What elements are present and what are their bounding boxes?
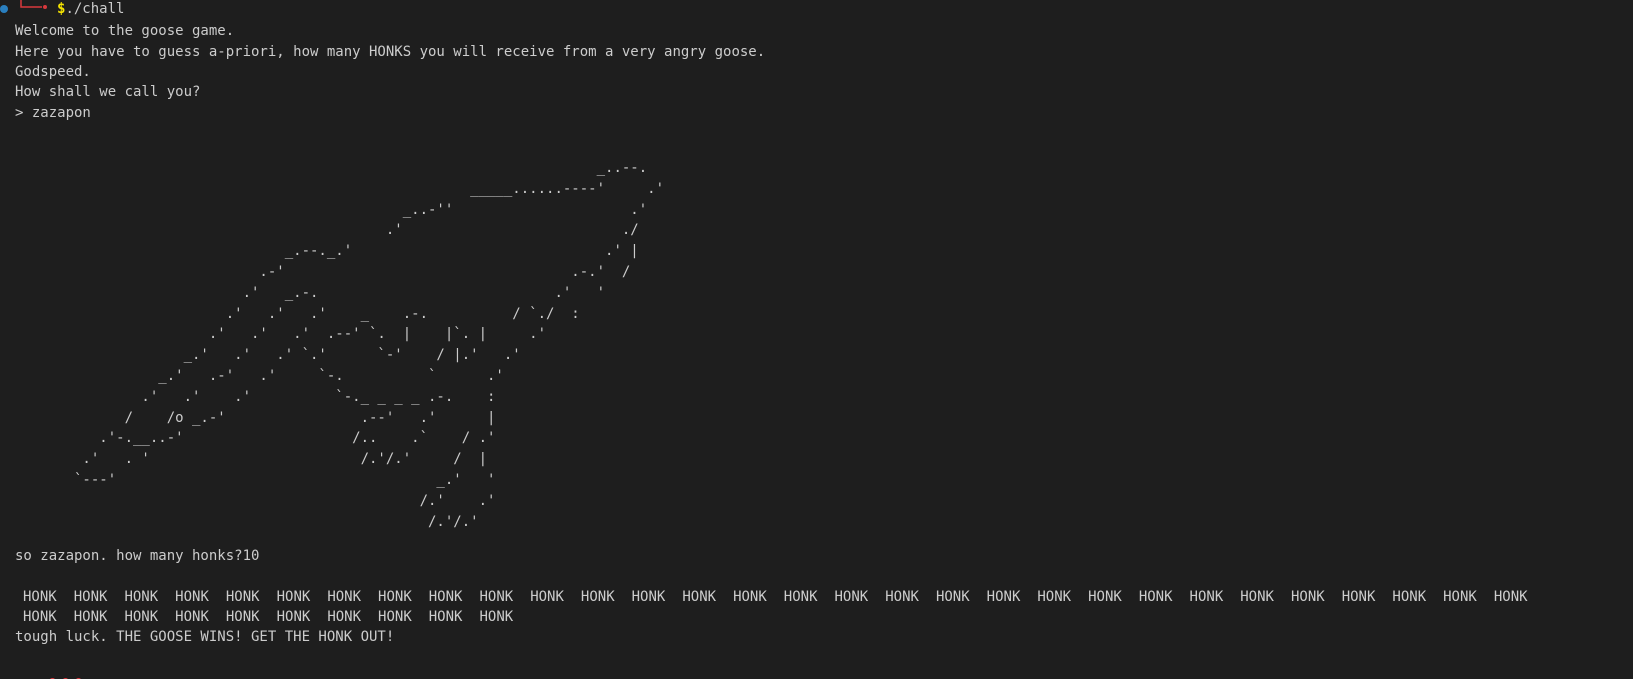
result-line: tough luck. THE GOOSE WINS! GET THE HONK…	[15, 629, 395, 645]
honk-word: HONK	[1088, 589, 1122, 605]
honk-word: HONK	[225, 589, 260, 605]
honk-word: HONK	[428, 609, 463, 625]
honk-word: HONK	[276, 609, 311, 625]
honk-word: HONK	[1392, 589, 1427, 605]
status-dot-icon	[0, 5, 8, 13]
honk-word: HONK	[175, 609, 209, 625]
honk-word: HONK	[885, 589, 919, 605]
ascii-goose-art: _..--. _____......----' .' _..-'' .' .' …	[74, 160, 665, 530]
honk-word: HONK	[276, 589, 311, 605]
honk-word: HONK	[834, 589, 869, 605]
command-text: ./chall	[65, 1, 125, 17]
honk-word: HONK	[225, 609, 260, 625]
honk-word: HONK	[479, 609, 514, 625]
honk-word: HONK	[175, 589, 209, 605]
honk-word: HONK	[1290, 589, 1325, 605]
honk-word: HONK	[631, 589, 666, 605]
honk-word: HONK	[428, 589, 463, 605]
honk-word: HONK	[1493, 589, 1528, 605]
honk-word: HONK	[124, 609, 159, 625]
honk-word: HONK	[783, 589, 818, 605]
honk-word: HONK	[986, 589, 1021, 605]
honk-word: HONK	[1341, 589, 1376, 605]
honk-word: HONK	[1138, 589, 1173, 605]
intro-line: Here you have to guess a-priori, how man…	[15, 44, 766, 60]
honk-word: HONK	[1240, 589, 1274, 605]
honk-word: HONK	[73, 589, 108, 605]
honk-word: HONK	[1037, 589, 1072, 605]
honk-word: HONK	[682, 589, 717, 605]
honk-output-row-1: HONK HONK HONK HONK HONK HONK HONK HONK HONK HONK…	[23, 587, 1545, 608]
next-prompt-partial	[15, 650, 315, 679]
honk-word: HONK	[1443, 589, 1477, 605]
honk-word: HONK	[530, 589, 564, 605]
honk-word: HONK	[23, 589, 57, 605]
godspeed-line: Godspeed.	[15, 64, 91, 80]
honk-word: HONK	[327, 589, 362, 605]
honk-word: HONK	[124, 589, 159, 605]
honk-word: HONK	[327, 609, 362, 625]
honk-word: HONK	[580, 589, 615, 605]
honk-output-row-2: HONK HONK HONK HONK HONK HONK HONK HONK HONK HONK	[23, 607, 530, 628]
honk-word: HONK	[23, 609, 57, 625]
honk-word: HONK	[935, 589, 970, 605]
honk-word: HONK	[378, 609, 412, 625]
honk-word: HONK	[733, 589, 767, 605]
honk-word: HONK	[479, 589, 514, 605]
prompt-arrow-icon	[20, 0, 47, 9]
name-input-line: > zazapon	[15, 105, 91, 121]
honk-word: HONK	[1189, 589, 1224, 605]
name-question-line: How shall we call you?	[15, 84, 201, 100]
honk-question-line: so zazapon. how many honks?10	[15, 548, 260, 564]
honk-word: HONK	[378, 589, 412, 605]
prompt-command: $./chall	[57, 0, 124, 20]
shell-prompt: $./chall	[0, 0, 300, 20]
welcome-line: Welcome to the goose game.	[15, 23, 235, 39]
terminal-window[interactable]: $./chall Welcome to the goose game. Here…	[0, 0, 1633, 679]
honk-word: HONK	[73, 609, 108, 625]
